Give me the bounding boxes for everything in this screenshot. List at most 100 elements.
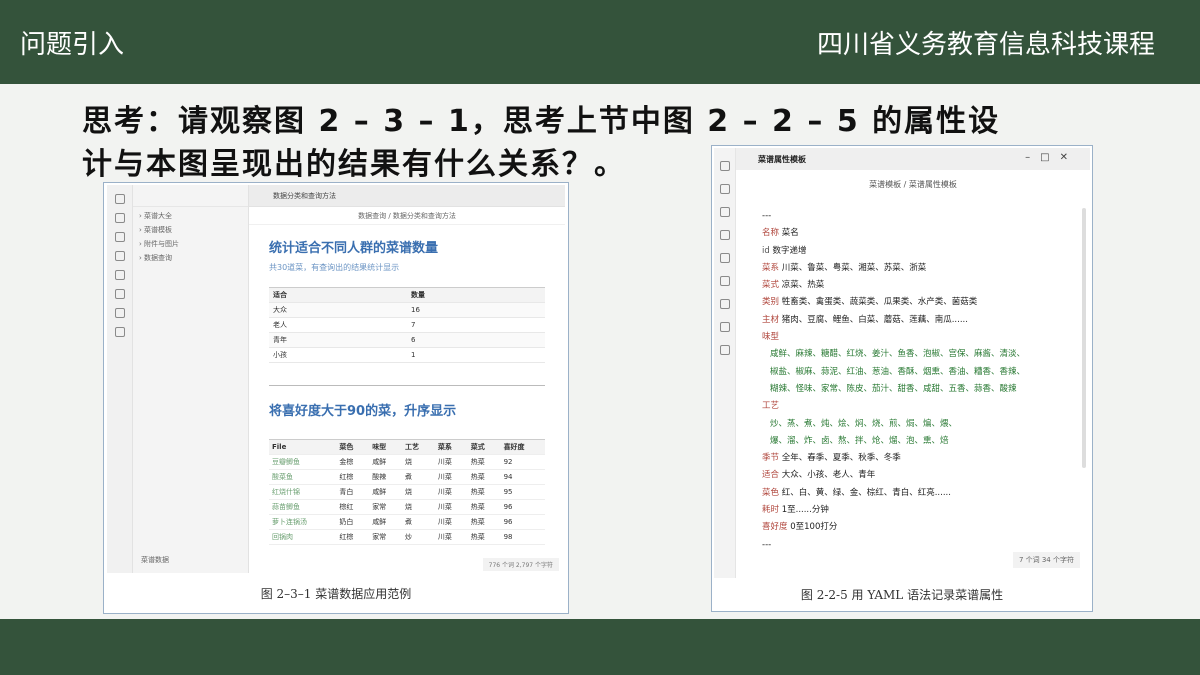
yaml-line: 椒盐、椒麻、蒜泥、红油、葱油、香酥、烟熏、香油、糟香、香辣、 bbox=[762, 364, 1025, 381]
heading-2: 将喜好度大于90的菜，升序显示 bbox=[269, 404, 457, 419]
yaml-value: 大众、小孩、老人、青年 bbox=[781, 470, 876, 481]
terminal-icon bbox=[719, 207, 730, 217]
canvas-icon bbox=[114, 251, 125, 261]
files-icon bbox=[719, 161, 730, 171]
yaml-line: 类别 牲畜类、禽蛋类、蔬菜类、瓜果类、水产类、菌菇类 bbox=[762, 294, 1025, 311]
table-row: 老人 7 bbox=[269, 317, 545, 333]
file-sidebar: › 菜谱大全 › 菜谱模板 › 附件与图片 › 数据查询 菜谱数据 bbox=[133, 185, 249, 573]
yaml-key: id bbox=[762, 245, 770, 256]
ribbon bbox=[107, 185, 133, 573]
canvas-icon bbox=[719, 230, 730, 240]
figure-2-3-1: › 菜谱大全 › 菜谱模板 › 附件与图片 › 数据查询 菜谱数据 数据分类和查… bbox=[103, 182, 569, 614]
yaml-value: 椒盐、椒麻、蒜泥、红油、葱油、香酥、烟熏、香油、糟香、香辣、 bbox=[770, 366, 1026, 377]
yaml-value: 猪肉、豆腐、鲤鱼、白菜、蘑菇、莲藕、南瓜...... bbox=[781, 314, 968, 325]
yaml-value: 炒、蒸、煮、炖、烩、焖、烧、煎、焗、煸、煨、 bbox=[770, 418, 958, 429]
template-icon bbox=[114, 289, 125, 299]
status-bar: 776 个词 2,797 个字符 bbox=[482, 558, 559, 571]
question-line-1: 思考：请观察图 2 – 3 – 1，思考上节中图 2 – 2 – 5 的属性设 bbox=[82, 104, 1001, 139]
files-icon bbox=[114, 194, 125, 204]
yaml-line: id 数字递增 bbox=[762, 243, 1025, 260]
yaml-value: --- bbox=[762, 211, 772, 221]
yaml-line: 耗时 1至......分钟 bbox=[762, 502, 1025, 519]
section-title: 问题引入 bbox=[20, 30, 125, 60]
table-row: 小孩 1 bbox=[269, 347, 545, 363]
table-header: 适合 bbox=[269, 287, 407, 303]
ribbon bbox=[714, 148, 736, 578]
yaml-key: 味型 bbox=[762, 332, 780, 343]
yaml-line: 喜好度 0至100打分 bbox=[762, 519, 1025, 536]
sidebar-item[interactable]: › 菜谱模板 bbox=[133, 221, 248, 235]
yaml-value: 红、白、黄、绿、金、棕红、青白、红亮...... bbox=[781, 487, 951, 498]
yaml-value: 0至100打分 bbox=[790, 522, 838, 533]
yaml-line: 工艺 bbox=[762, 398, 1025, 415]
yaml-line: 名称 菜名 bbox=[762, 225, 1025, 242]
yaml-line: 炒、蒸、煮、炖、烩、焖、烧、煎、焗、煸、煨、 bbox=[762, 416, 1025, 433]
note-pane: 数据分类和查询方法 数据查询 / 数据分类和查询方法 统计适合不同人群的菜谱数量… bbox=[249, 185, 565, 573]
course-title: 四川省义务教育信息科技课程 bbox=[816, 30, 1155, 60]
yaml-value: 咸鲜、麻辣、糖醋、红烧、姜汁、鱼香、泡椒、宫保、麻酱、清淡、 bbox=[770, 349, 1026, 360]
search-icon bbox=[114, 213, 125, 223]
import-icon bbox=[114, 308, 125, 318]
yaml-key: 适合 bbox=[762, 470, 780, 481]
yaml-key: 菜色 bbox=[762, 487, 780, 498]
sidebar-item[interactable]: › 菜谱大全 bbox=[133, 207, 248, 221]
table-row: 青年 6 bbox=[269, 332, 545, 348]
sidebar-item[interactable]: › 附件与图片 bbox=[133, 235, 248, 249]
figure-caption: 图 2–3–1 菜谱数据应用范例 bbox=[260, 587, 412, 601]
yaml-line: 咸鲜、麻辣、糖醋、红烧、姜汁、鱼香、泡椒、宫保、麻酱、清淡、 bbox=[762, 346, 1025, 363]
download-icon bbox=[719, 322, 730, 332]
window-controls[interactable]: –□✕ bbox=[1025, 152, 1078, 163]
yaml-key: 主材 bbox=[762, 314, 780, 325]
yaml-key: 喜好度 bbox=[762, 522, 788, 533]
yaml-line: 味型 bbox=[762, 329, 1025, 346]
table-row: 大众 16 bbox=[269, 302, 545, 318]
footer-bar bbox=[0, 619, 1200, 675]
vault-name: 菜谱数据 bbox=[141, 556, 169, 564]
subtitle-1: 共30道菜，有查询出的结果统计显示 bbox=[269, 263, 400, 272]
graph-icon bbox=[719, 276, 730, 286]
yaml-key: 菜式 bbox=[762, 280, 780, 291]
tab-title[interactable]: 数据分类和查询方法 bbox=[249, 185, 565, 207]
yaml-value: 爆、溜、炸、卤、熬、拌、炝、熘、泡、熏、焙 bbox=[770, 435, 949, 446]
yaml-key: 耗时 bbox=[762, 505, 780, 516]
sidebar-item[interactable]: › 数据查询 bbox=[133, 249, 248, 263]
sidebar-toolbar bbox=[133, 185, 248, 207]
yaml-line: 菜系 川菜、鲁菜、粤菜、湘菜、苏菜、浙菜 bbox=[762, 260, 1025, 277]
status-bar: 7 个词 34 个字符 bbox=[1012, 552, 1080, 568]
table-row: 萝卜连锅汤 奶白 咸鲜煮川菜 热菜 96 bbox=[269, 514, 545, 530]
graph-icon bbox=[114, 232, 125, 242]
table-row: 蒜苗鲫鱼 棕红 家常烧川菜 热菜 96 bbox=[269, 499, 545, 515]
heading-1: 统计适合不同人群的菜谱数量 bbox=[269, 241, 439, 256]
app-window-screenshot: 菜谱属性模板 –□✕ 菜谱模板 / 菜谱属性模板 --- 名称 菜名 id 数字递增… bbox=[714, 148, 1090, 578]
table-row: 酸菜鱼 红棕 酸辣煮川菜 热菜 94 bbox=[269, 469, 545, 485]
grid-icon bbox=[719, 299, 730, 309]
table-header: 数量 bbox=[407, 287, 545, 303]
yaml-value: 糊辣、怪味、家常、陈皮、茄汁、甜香、咸甜、五香、蒜香、酸辣 bbox=[770, 383, 1017, 394]
yaml-value: 菜名 bbox=[781, 228, 799, 239]
yaml-value: --- bbox=[762, 539, 772, 550]
figure-2-2-5: 菜谱属性模板 –□✕ 菜谱模板 / 菜谱属性模板 --- 名称 菜名 id 数字递增… bbox=[711, 145, 1093, 612]
tools-icon bbox=[114, 327, 125, 337]
yaml-line: 主材 猪肉、豆腐、鲤鱼、白菜、蘑菇、莲藕、南瓜...... bbox=[762, 312, 1025, 329]
copy-icon bbox=[719, 184, 730, 194]
yaml-key: 名称 bbox=[762, 228, 780, 239]
table-row: 回锅肉 红棕 家常炒川菜 热菜 98 bbox=[269, 529, 545, 545]
yaml-value: 1至......分钟 bbox=[781, 505, 829, 516]
yaml-line: 爆、溜、炸、卤、熬、拌、炝、熘、泡、熏、焙 bbox=[762, 433, 1025, 450]
breadcrumb: 菜谱模板 / 菜谱属性模板 bbox=[869, 180, 957, 189]
yaml-key: 工艺 bbox=[762, 401, 780, 412]
yaml-value: 川菜、鲁菜、粤菜、湘菜、苏菜、浙菜 bbox=[781, 262, 927, 273]
yaml-frontmatter: --- 名称 菜名 id 数字递增 菜系 川菜、鲁菜、粤菜、湘菜、苏菜、浙菜 菜式 凉菜… bbox=[762, 208, 1025, 554]
calendar-icon bbox=[114, 270, 125, 280]
count-table: 适合 数量 大众 16 老人 7 青年 6 小孩 1 bbox=[269, 287, 545, 363]
yaml-line: --- bbox=[762, 208, 1025, 225]
yaml-value: 凉菜、热菜 bbox=[781, 280, 825, 291]
breadcrumb: 数据查询 / 数据分类和查询方法 bbox=[249, 207, 565, 225]
scrollbar[interactable] bbox=[1082, 208, 1086, 468]
app-window-screenshot: › 菜谱大全 › 菜谱模板 › 附件与图片 › 数据查询 菜谱数据 数据分类和查… bbox=[107, 185, 565, 573]
favorites-table: File 菜色 味型 工艺 菜系 菜式 喜好度 豆瓣鲫鱼 金棕 咸鲜烧川菜 热菜 92 酸菜鱼 红棕酸… bbox=[269, 439, 545, 545]
yaml-line: 菜式 凉菜、热菜 bbox=[762, 277, 1025, 294]
header-bar: 问题引入 四川省义务教育信息科技课程 bbox=[0, 0, 1200, 84]
yaml-line: --- bbox=[762, 537, 1025, 554]
table-row: 红烧什锦 青白 咸鲜烧川菜 热菜 95 bbox=[269, 484, 545, 500]
